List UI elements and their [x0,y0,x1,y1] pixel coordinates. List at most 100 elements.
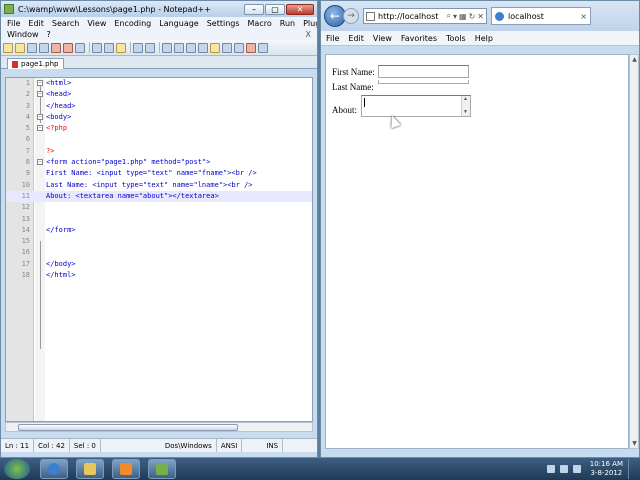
compat-view-icon[interactable]: ▦ [459,12,467,21]
close-file-icon[interactable] [51,42,61,53]
code-text: Last Name: <input type="text" name="lnam… [46,180,253,189]
fold-minus-icon[interactable]: − [37,125,43,132]
status-mode: INS [262,439,284,452]
menu-view[interactable]: View [83,19,110,28]
notepadpp-titlebar[interactable]: C:\wamp\www\Lessons\page1.php - Notepad+… [1,1,317,17]
ie-icon [48,463,60,475]
first-name-input[interactable] [378,65,469,78]
forward-button[interactable]: → [343,8,359,24]
fold-minus-icon[interactable]: − [37,91,43,98]
sync-icon[interactable] [210,42,220,53]
taskbar-explorer-button[interactable] [76,459,104,479]
browser-menu-edit[interactable]: Edit [348,34,364,43]
undo-icon[interactable] [133,42,143,53]
address-bar[interactable]: http://localhost ⌕ ▾ ▦ ↻ ✕ [363,8,487,24]
menu-language[interactable]: Language [155,19,202,28]
taskbar: 10:16 AM 3-8-2012 [0,458,640,480]
copy-icon[interactable] [104,42,114,53]
line-number: 14 [21,225,30,234]
clock[interactable]: 10:16 AM 3-8-2012 [590,460,623,478]
browser-tab-label: localhost [508,11,544,21]
about-label: About: [332,105,358,115]
scroll-down-icon[interactable]: ▼ [631,440,638,447]
close-all-icon[interactable] [63,42,73,53]
minimize-button[interactable]: – [244,3,264,15]
browser-tab-localhost[interactable]: localhost × [491,7,591,25]
fold-minus-icon[interactable]: − [37,80,43,86]
tray-arrow-icon[interactable] [546,465,555,473]
save-icon[interactable] [27,42,37,53]
fold-minus-icon[interactable]: − [37,159,43,166]
menu-run[interactable]: Run [276,19,299,28]
stop-icon[interactable]: ✕ [477,12,484,21]
menu-settings[interactable]: Settings [203,19,244,28]
textarea-scrollbar[interactable]: ▲ ▼ [461,96,470,116]
line-number: 8 [25,158,30,167]
new-file-icon[interactable] [3,42,13,53]
paste-icon[interactable] [116,42,126,53]
menu-file[interactable]: File [3,19,24,28]
play-macro-icon[interactable] [258,42,268,53]
redo-icon[interactable] [145,42,155,53]
replace-icon[interactable] [174,42,184,53]
scroll-up-icon[interactable]: ▲ [631,56,638,63]
code-line: 6 [6,134,312,145]
browser-menu-favorites[interactable]: Favorites [401,34,437,43]
text-caret [364,98,365,107]
zoom-out-icon[interactable] [198,42,208,53]
open-file-icon[interactable] [15,42,25,53]
record-macro-icon[interactable] [246,42,256,53]
menu-help[interactable]: ? [43,30,55,39]
find-icon[interactable] [162,42,172,53]
horizontal-scrollbar[interactable] [5,422,313,432]
taskbar-media-button[interactable] [112,459,140,479]
menu-encoding[interactable]: Encoding [110,19,155,28]
volume-icon[interactable] [572,465,581,473]
code-text: <body> [46,112,72,121]
print-icon[interactable] [75,42,85,53]
close-button[interactable]: ✕ [286,3,314,15]
browser-menu-tools[interactable]: Tools [446,34,466,43]
code-line: 3 </head> [6,101,312,112]
cut-icon[interactable] [92,42,102,53]
code-text: ?> [46,146,55,155]
browser-menu-view[interactable]: View [373,34,392,43]
code-editor[interactable]: 1− <html> 2− <head> 3 </head> 4− <body> 5− <?… [5,77,313,422]
file-tab-page1[interactable]: page1.php [7,58,64,69]
browser-vertical-scrollbar[interactable]: ▲ ▼ [629,54,639,449]
close-document-button[interactable]: X [302,30,315,39]
last-name-input[interactable] [378,80,469,84]
taskbar-notepadpp-button[interactable] [148,459,176,479]
dropdown-icon[interactable]: ▾ [453,12,457,21]
maximize-button[interactable]: ▢ [265,3,285,15]
scroll-down-icon[interactable]: ▼ [463,110,468,115]
start-button[interactable] [4,459,30,479]
taskbar-ie-button[interactable] [40,459,68,479]
indent-guide-icon[interactable] [234,42,244,53]
refresh-icon[interactable]: ↻ [469,12,476,21]
browser-menu-file[interactable]: File [326,34,339,43]
menu-macro[interactable]: Macro [244,19,276,28]
menu-plugins[interactable]: Plugins [299,19,317,28]
search-icon[interactable]: ⌕ [447,11,451,21]
wrap-icon[interactable] [222,42,232,53]
zoom-in-icon[interactable] [186,42,196,53]
code-line: 18 </html> [6,270,312,281]
line-number: 7 [25,146,30,155]
menu-bar-row2: Window ? X [1,29,317,40]
menu-search[interactable]: Search [48,19,83,28]
show-desktop-button[interactable] [628,459,636,479]
close-tab-icon[interactable]: × [580,12,587,21]
code-line: 16 [6,247,312,258]
menu-window[interactable]: Window [3,30,43,39]
fold-minus-icon[interactable]: − [37,113,43,120]
network-icon[interactable] [559,465,568,473]
scroll-up-icon[interactable]: ▲ [463,97,468,102]
line-number: 10 [21,180,30,189]
browser-menu-help[interactable]: Help [475,34,493,43]
about-textarea[interactable]: ▲ ▼ [361,95,471,117]
status-bar: Ln : 11 Col : 42 Sel : 0 Dos\Windows ANS… [1,438,317,452]
scrollbar-thumb[interactable] [18,424,238,431]
save-all-icon[interactable] [39,42,49,53]
menu-edit[interactable]: Edit [24,19,48,28]
